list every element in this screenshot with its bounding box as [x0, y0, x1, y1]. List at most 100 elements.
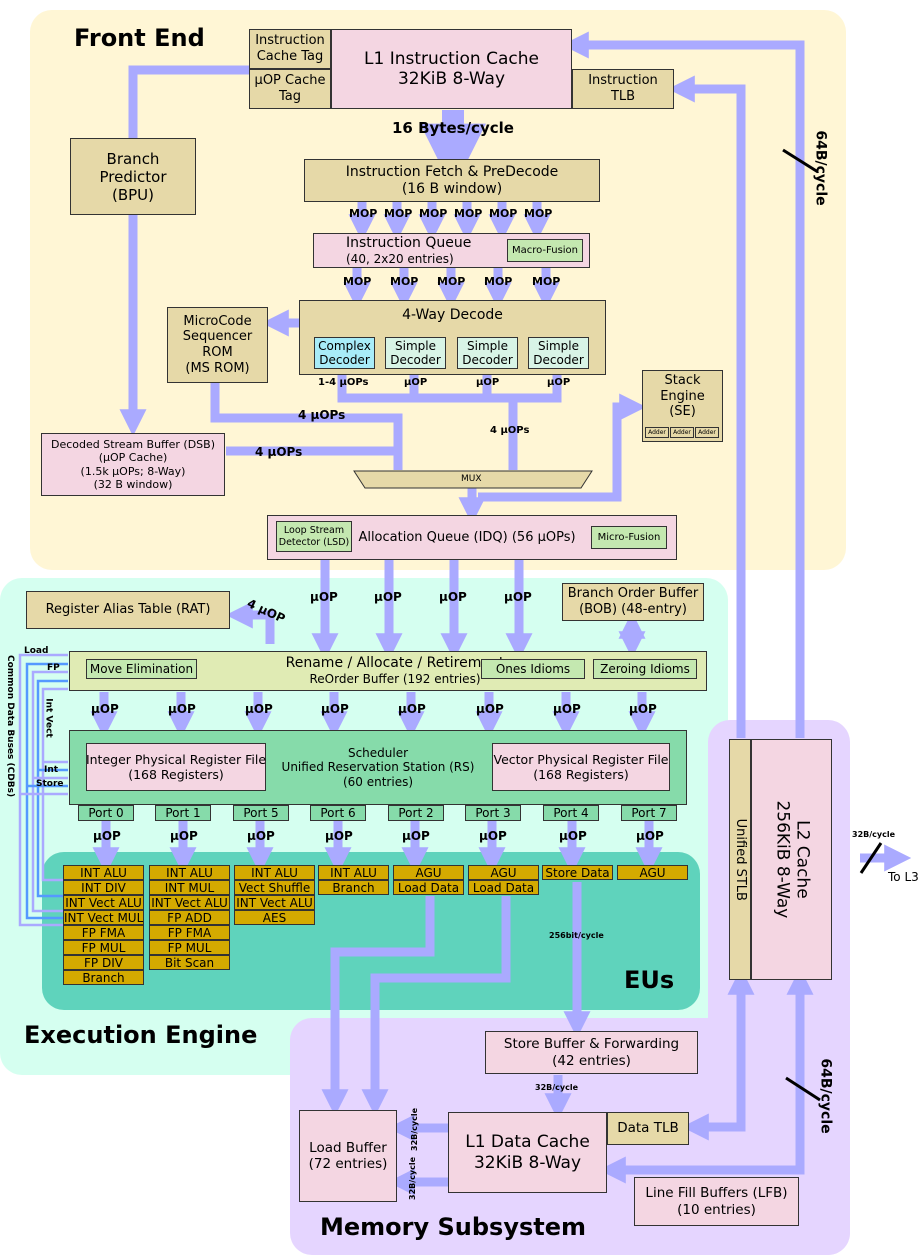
execution-unit[interactable]: INT ALU: [149, 865, 230, 880]
l2-cache[interactable]: L2 Cache 256KiB 8-Way: [751, 739, 832, 980]
port-0[interactable]: Port 0: [78, 805, 134, 821]
register-alias-table[interactable]: Register Alias Table (RAT): [26, 591, 230, 629]
execution-unit[interactable]: AGU: [468, 865, 539, 880]
store-buffer-forwarding[interactable]: Store Buffer & Forwarding (42 entries): [485, 1031, 698, 1074]
cdb-load-label: Load: [24, 646, 49, 656]
execution-unit[interactable]: FP DIV: [63, 955, 144, 970]
simple-decoder[interactable]: Simple Decoder: [457, 337, 518, 369]
branch-predictor[interactable]: Branch Predictor (BPU): [70, 138, 196, 215]
execution-unit[interactable]: AGU: [393, 865, 464, 880]
microcode-sequencer-rom[interactable]: MicroCode Sequencer ROM (MS ROM): [167, 307, 268, 383]
execution-unit[interactable]: AGU: [617, 865, 688, 880]
store-buffer-bandwidth-label: 32B/cycle: [535, 1083, 579, 1092]
port-output-label: µOP: [325, 829, 353, 843]
loop-stream-detector[interactable]: Loop Stream Detector (LSD): [276, 521, 352, 552]
eu-column-port-3: AGU Load Data: [468, 865, 539, 895]
mop-label: MOP: [484, 275, 513, 288]
simple-decoder[interactable]: Simple Decoder: [528, 337, 589, 369]
execution-unit[interactable]: INT Vect ALU: [149, 895, 230, 910]
eu-column-port-0: INT ALU INT DIV INT Vect ALU INT Vect MU…: [63, 865, 144, 985]
execution-unit[interactable]: Vect Shuffle: [234, 880, 315, 895]
fetch-bandwidth-label: 16 Bytes/cycle: [392, 119, 514, 137]
port-1[interactable]: Port 1: [155, 805, 211, 821]
execution-unit[interactable]: INT DIV: [63, 880, 144, 895]
integer-physical-register-file[interactable]: Integer Physical Register File (168 Regi…: [86, 743, 266, 791]
port-output-label: µOP: [170, 829, 198, 843]
micro-fusion[interactable]: Micro-Fusion: [591, 526, 667, 549]
ones-idioms[interactable]: Ones Idioms: [481, 659, 585, 679]
execution-unit[interactable]: Store Data: [542, 865, 613, 880]
execution-unit[interactable]: INT Vect ALU: [234, 895, 315, 910]
move-elimination[interactable]: Move Elimination: [86, 659, 197, 679]
instruction-fetch-predecode[interactable]: Instruction Fetch & PreDecode (16 B wind…: [304, 159, 600, 202]
execution-unit[interactable]: FP ADD: [149, 910, 230, 925]
complex-decoder[interactable]: Complex Decoder: [314, 337, 375, 369]
front-end-title: Front End: [74, 24, 205, 52]
msrom-bandwidth-label: 4 µOPs: [298, 408, 346, 422]
rob-output-label: µOP: [629, 702, 657, 716]
to-l3-label: To L3: [888, 870, 919, 884]
simple-decoder[interactable]: Simple Decoder: [385, 337, 446, 369]
line-fill-buffers[interactable]: Line Fill Buffers (LFB) (10 entries): [634, 1177, 799, 1226]
execution-unit[interactable]: INT ALU: [318, 865, 389, 880]
l3-bandwidth-label: 32B/cycle: [852, 830, 896, 839]
adder: Adder: [645, 427, 669, 438]
l1-instruction-cache[interactable]: L1 Instruction Cache 32KiB 8-Way: [331, 29, 572, 109]
execution-unit[interactable]: Load Data: [393, 880, 464, 895]
idq-output-label: µOP: [439, 590, 467, 604]
mop-label: MOP: [437, 275, 466, 288]
port-2[interactable]: Port 2: [388, 805, 444, 821]
execution-unit[interactable]: INT MUL: [149, 880, 230, 895]
mop-label: MOP: [390, 275, 419, 288]
execution-unit[interactable]: FP FMA: [149, 925, 230, 940]
execution-unit[interactable]: Branch: [63, 970, 144, 985]
decoder-output-label: µOP: [404, 377, 428, 388]
rob-output-label: µOP: [398, 702, 426, 716]
adder: Adder: [670, 427, 694, 438]
rob-output-label: µOP: [476, 702, 504, 716]
idq-output-label: µOP: [310, 590, 338, 604]
store-bandwidth-label: 256bit/cycle: [549, 931, 604, 940]
instruction-cache-tag[interactable]: Instruction Cache Tag: [249, 29, 331, 69]
eu-column-port-5: INT ALU Vect Shuffle INT Vect ALU AES: [234, 865, 315, 925]
execution-unit[interactable]: INT ALU: [63, 865, 144, 880]
execution-unit[interactable]: Load Data: [468, 880, 539, 895]
l1-data-cache[interactable]: L1 Data Cache 32KiB 8-Way: [448, 1112, 607, 1193]
l2-bandwidth-bottom-label: 64B/cycle: [817, 1058, 834, 1134]
cdb-store-label: Store: [36, 779, 64, 789]
port-output-label: µOP: [247, 829, 275, 843]
port-output-label: µOP: [636, 829, 664, 843]
port-6[interactable]: Port 6: [310, 805, 366, 821]
execution-unit[interactable]: FP MUL: [149, 940, 230, 955]
port-5[interactable]: Port 5: [233, 805, 289, 821]
eu-column-port-2: AGU Load Data: [393, 865, 464, 895]
vector-physical-register-file[interactable]: Vector Physical Register File (168 Regis…: [492, 743, 670, 791]
load-buffer-bandwidth-label: 32B/cycle: [410, 1107, 419, 1151]
port-3[interactable]: Port 3: [465, 805, 521, 821]
data-tlb[interactable]: Data TLB: [607, 1112, 689, 1145]
port-output-label: µOP: [402, 829, 430, 843]
execution-unit[interactable]: FP MUL: [63, 940, 144, 955]
port-4[interactable]: Port 4: [543, 805, 599, 821]
execution-unit[interactable]: AES: [234, 910, 315, 925]
mop-label: MOP: [384, 207, 413, 220]
port-7[interactable]: Port 7: [621, 805, 677, 821]
mop-label: MOP: [454, 207, 483, 220]
decoded-stream-buffer[interactable]: Decoded Stream Buffer (DSB) (µOP Cache) …: [41, 433, 225, 496]
execution-unit[interactable]: Bit Scan: [149, 955, 230, 970]
unified-stlb[interactable]: Unified STLB: [729, 739, 751, 980]
rob-output-label: µOP: [553, 702, 581, 716]
uop-cache-tag[interactable]: µOP Cache Tag: [249, 69, 331, 109]
zeroing-idioms[interactable]: Zeroing Idioms: [593, 659, 697, 679]
instruction-tlb[interactable]: Instruction TLB: [572, 69, 674, 109]
macro-fusion[interactable]: Macro-Fusion: [507, 239, 583, 262]
decoder-output-label: µOP: [476, 377, 500, 388]
execution-unit[interactable]: INT ALU: [234, 865, 315, 880]
execution-unit[interactable]: INT Vect ALU: [63, 895, 144, 910]
dsb-bandwidth-label: 4 µOPs: [255, 445, 303, 459]
execution-unit[interactable]: FP FMA: [63, 925, 144, 940]
load-buffer[interactable]: Load Buffer (72 entries): [299, 1110, 397, 1202]
execution-unit[interactable]: INT Vect MUL: [63, 910, 144, 925]
execution-unit[interactable]: Branch: [318, 880, 389, 895]
branch-order-buffer[interactable]: Branch Order Buffer (BOB) (48-entry): [562, 583, 704, 621]
